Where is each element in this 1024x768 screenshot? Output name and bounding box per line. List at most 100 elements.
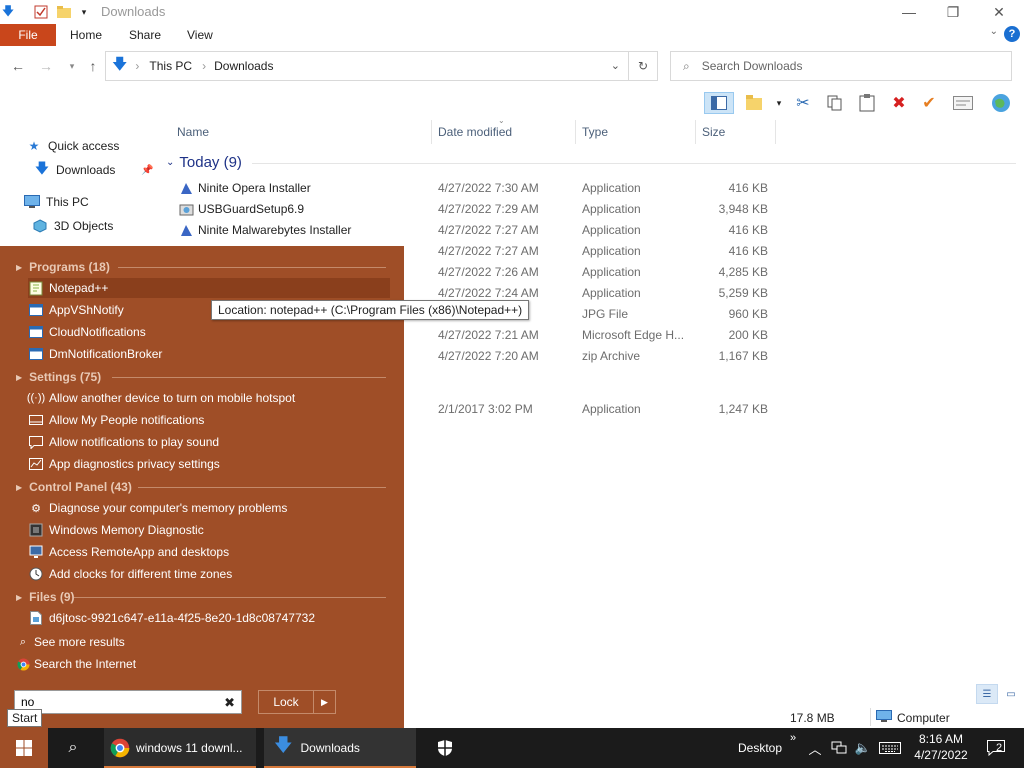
lock-button[interactable]: Lock <box>258 690 314 714</box>
toolbar-overflow-icon[interactable]: » <box>786 718 800 758</box>
action-center-icon[interactable]: 2 <box>982 728 1010 768</box>
large-icons-view-icon[interactable]: ▭ <box>1000 684 1022 704</box>
command-toolbar: ▾ ✂ ✖ ✔ <box>700 90 1024 118</box>
tab-home[interactable]: Home <box>70 24 102 46</box>
crumb-downloads[interactable]: Downloads <box>214 59 273 73</box>
ribbon-expand-icon[interactable]: ⌄ <box>990 26 998 37</box>
collapse-group-icon[interactable]: ⌄ <box>166 157 174 168</box>
delete-icon[interactable]: ✖ <box>888 92 910 114</box>
refresh-button[interactable]: ↻ <box>629 51 658 81</box>
column-size[interactable]: Size <box>702 125 725 139</box>
result-dmnotificationbroker[interactable]: DmNotificationBroker <box>28 344 390 364</box>
column-divider[interactable] <box>431 120 432 144</box>
paste-icon[interactable] <box>856 92 878 114</box>
file-row[interactable]: USBGuardSetup6.9 4/27/2022 7:29 AM Appli… <box>160 199 780 220</box>
start-search-box[interactable]: ✖ <box>14 690 242 714</box>
tab-share[interactable]: Share <box>129 24 161 46</box>
taskbar-downloads[interactable]: 🡇 Downloads <box>264 728 416 768</box>
globe-icon[interactable] <box>990 92 1012 114</box>
ninite-icon <box>179 223 194 238</box>
result-file[interactable]: d6jtosc-9921c647-e11a-4f25-8e20-1d8c0874… <box>28 608 390 628</box>
category-control-panel[interactable]: ▶ Control Panel (43) <box>16 478 132 496</box>
preview-pane-icon[interactable] <box>704 92 734 114</box>
column-divider[interactable] <box>775 120 776 144</box>
tab-file[interactable]: File <box>0 24 56 46</box>
up-arrow-icon[interactable]: ↑ <box>85 58 101 74</box>
location-tooltip: Location: notepad++ (C:\Program Files (x… <box>211 300 530 320</box>
help-icon[interactable]: ? <box>1004 26 1020 42</box>
clear-search-icon[interactable]: ✖ <box>224 695 235 711</box>
search-the-internet[interactable]: Search the Internet <box>16 655 136 673</box>
group-header-today[interactable]: ⌄ Today (9) <box>166 154 242 171</box>
nav-downloads[interactable]: 🡇 Downloads 📌 <box>34 160 154 178</box>
category-settings[interactable]: ▶ Settings (75) <box>16 368 101 386</box>
nav-quick-access[interactable]: ★ Quick access <box>26 138 120 154</box>
address-dropdown-icon[interactable]: ⌄ <box>611 59 620 72</box>
taskbar-search-icon[interactable]: ⌕ <box>58 728 88 768</box>
rename-check-icon[interactable]: ✔ <box>918 92 940 114</box>
group-label: Today (9) <box>179 154 242 171</box>
search-icon: ⌕ <box>19 635 27 648</box>
start-search-input[interactable] <box>15 695 215 709</box>
column-divider[interactable] <box>695 120 696 144</box>
details-view-icon[interactable]: ☰ <box>976 684 998 704</box>
start-button[interactable] <box>0 728 48 768</box>
keyboard-icon[interactable] <box>876 728 904 768</box>
chrome-icon <box>110 738 130 758</box>
category-files[interactable]: ▶ Files (9) <box>16 588 75 606</box>
properties-card-icon[interactable] <box>952 92 974 114</box>
column-divider[interactable] <box>575 120 576 144</box>
column-date-modified[interactable]: Date modified <box>438 125 512 139</box>
forward-arrow-icon[interactable]: → <box>38 58 54 74</box>
result-notification-sound[interactable]: Allow notifications to play sound <box>28 432 390 452</box>
column-type[interactable]: Type <box>582 125 608 139</box>
maximize-button[interactable]: ❐ <box>930 0 976 24</box>
result-mobile-hotspot[interactable]: ((·)) Allow another device to turn on mo… <box>26 388 390 408</box>
new-folder-icon[interactable] <box>56 4 72 20</box>
customize-toolbar-icon[interactable]: ▾ <box>76 4 92 20</box>
show-hidden-icons-icon[interactable]: ︿ <box>806 728 824 768</box>
close-button[interactable]: ✕ <box>976 0 1022 24</box>
category-divider <box>74 597 386 598</box>
new-item-dropdown-icon[interactable]: ▾ <box>768 92 790 114</box>
column-name[interactable]: Name <box>177 125 209 139</box>
new-item-icon[interactable] <box>744 92 766 114</box>
copy-icon[interactable] <box>824 92 846 114</box>
result-my-people-notifications[interactable]: Allow My People notifications <box>28 410 390 430</box>
result-app-diagnostics[interactable]: App diagnostics privacy settings <box>28 454 390 474</box>
security-shield-icon[interactable] <box>430 728 460 768</box>
volume-icon[interactable]: 🔈 <box>852 728 874 768</box>
expand-triangle-icon: ▶ <box>16 482 23 492</box>
hotspot-icon: ((·)) <box>26 392 46 404</box>
minimize-button[interactable]: — <box>886 0 932 24</box>
tab-view[interactable]: View <box>187 24 213 46</box>
recent-locations-icon[interactable]: ▾ <box>64 58 80 74</box>
file-row[interactable]: Ninite Malwarebytes Installer 4/27/2022 … <box>160 220 780 241</box>
nav-3d-objects[interactable]: 3D Objects <box>32 218 113 234</box>
result-add-clocks[interactable]: Add clocks for different time zones <box>28 564 390 584</box>
navigation-pane: ★ Quick access 🡇 Downloads 📌 This PC 3D … <box>0 130 160 250</box>
network-icon[interactable] <box>828 728 850 768</box>
taskbar-chrome[interactable]: windows 11 downl... <box>104 728 256 768</box>
cut-icon[interactable]: ✂ <box>792 92 814 114</box>
pin-icon[interactable]: 📌 <box>141 165 153 176</box>
result-remoteapp[interactable]: Access RemoteApp and desktops <box>28 542 390 562</box>
properties-icon[interactable] <box>33 4 49 20</box>
crumb-this-pc[interactable]: This PC <box>149 59 192 73</box>
nav-this-pc[interactable]: This PC <box>24 194 89 210</box>
result-cloudnotifications[interactable]: CloudNotifications <box>28 322 390 342</box>
power-options-arrow-icon[interactable]: ▶ <box>314 690 336 714</box>
system-clock[interactable]: 8:16 AM 4/27/2022 <box>910 731 972 763</box>
diagnostics-icon <box>28 456 44 472</box>
see-more-results[interactable]: ⌕ See more results <box>16 633 125 651</box>
result-windows-memory-diagnostic[interactable]: Windows Memory Diagnostic <box>28 520 390 540</box>
category-programs[interactable]: ▶ Programs (18) <box>16 258 110 276</box>
address-bar[interactable]: 🡇 › This PC › Downloads ⌄ <box>105 51 629 81</box>
file-row[interactable]: Ninite Opera Installer 4/27/2022 7:30 AM… <box>160 178 780 199</box>
result-diagnose-memory[interactable]: ⚙ Diagnose your computer's memory proble… <box>28 498 390 518</box>
desktop-toolbar[interactable]: Desktop <box>734 728 786 768</box>
result-notepad-plus-plus[interactable]: Notepad++ <box>28 278 390 298</box>
back-arrow-icon[interactable]: ← <box>10 58 26 74</box>
group-divider <box>252 163 1016 164</box>
search-input[interactable]: ⌕ Search Downloads <box>670 51 1012 81</box>
